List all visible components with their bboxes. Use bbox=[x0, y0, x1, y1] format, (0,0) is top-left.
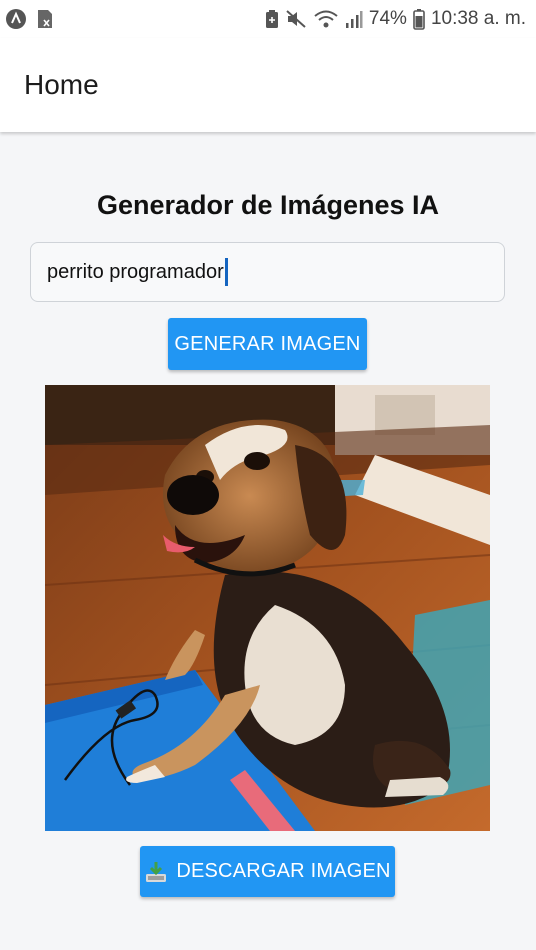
mute-icon bbox=[285, 9, 307, 29]
generator-heading: Generador de Imágenes IA bbox=[96, 190, 440, 220]
wifi-icon bbox=[313, 9, 339, 29]
battery-saver-icon bbox=[265, 9, 279, 29]
prompt-input[interactable]: perrito programador bbox=[30, 242, 505, 302]
status-bar: 74% 10:38 a. m. bbox=[0, 0, 536, 38]
text-caret bbox=[224, 258, 228, 286]
battery-percent: 74% bbox=[368, 8, 407, 29]
page-title: Home bbox=[24, 69, 99, 100]
generate-image-label: GENERAR IMAGEN bbox=[174, 332, 361, 355]
sim-icon bbox=[36, 9, 54, 29]
download-tray-icon bbox=[144, 860, 168, 884]
signal-icon bbox=[345, 9, 363, 29]
prompt-input-value: perrito programador bbox=[47, 260, 224, 283]
generate-image-button[interactable]: GENERAR IMAGEN bbox=[168, 318, 367, 370]
download-image-label: DESCARGAR IMAGEN bbox=[176, 860, 391, 882]
generated-image bbox=[45, 385, 490, 831]
download-image-button[interactable]: DESCARGAR IMAGEN bbox=[140, 846, 395, 897]
battery-icon bbox=[413, 8, 425, 30]
clock: 10:38 a. m. bbox=[430, 8, 526, 29]
app-bar: Home bbox=[0, 38, 536, 132]
app-a-icon bbox=[5, 8, 27, 30]
